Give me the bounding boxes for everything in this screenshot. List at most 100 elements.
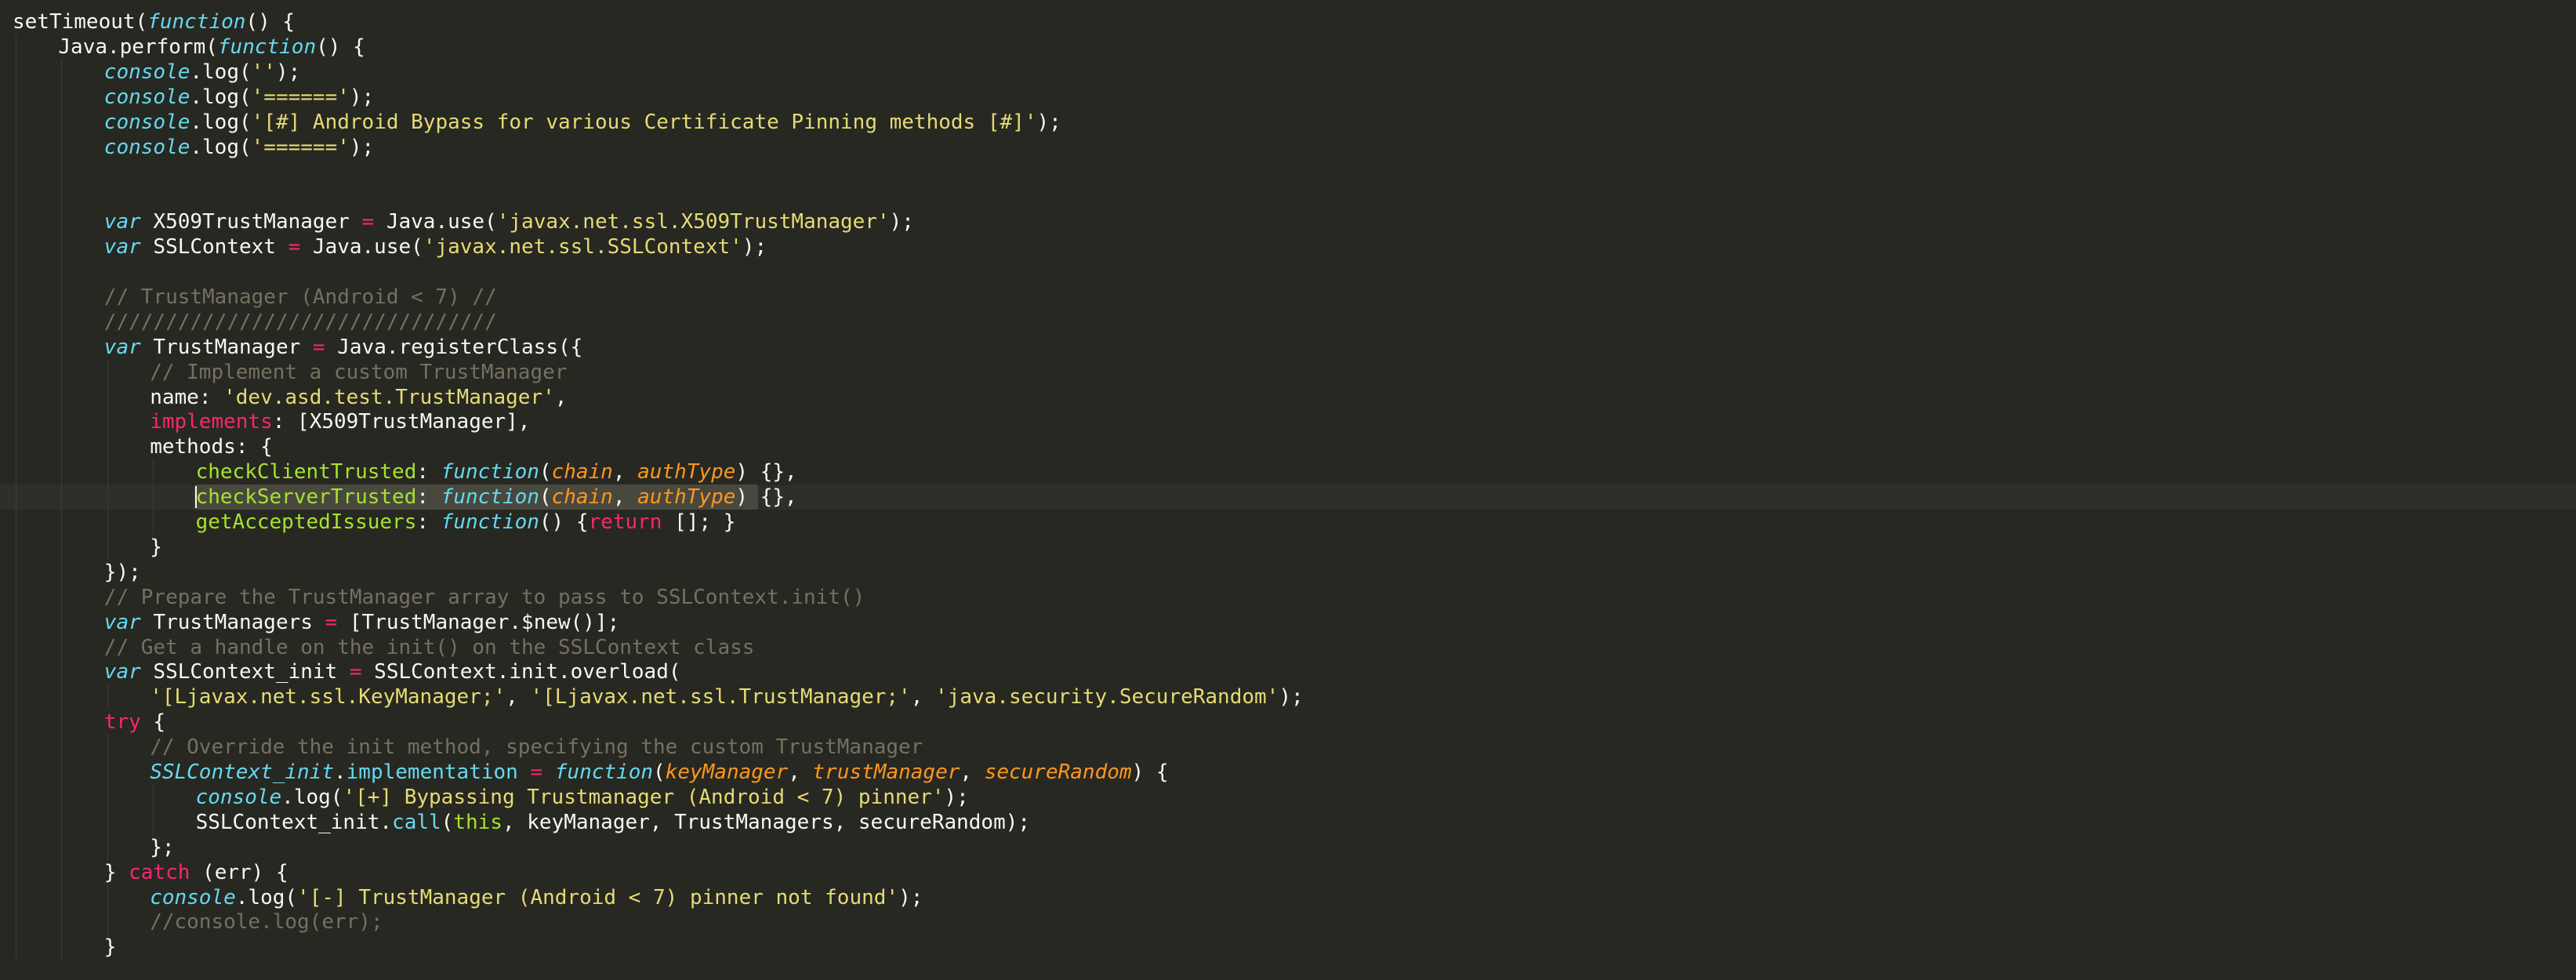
- indent-guide: [107, 834, 108, 860]
- code-line[interactable]: console.log('======');: [0, 134, 2576, 160]
- code-token: secureRandom: [984, 760, 1132, 784]
- code-token: 'dev.asd.test.TrustManager': [223, 385, 555, 409]
- code-text: methods: {: [150, 434, 273, 459]
- code-line[interactable]: // Implement a custom TrustManager: [0, 359, 2576, 385]
- code-text: var SSLContext_init = SSLContext.init.ov…: [104, 659, 681, 684]
- indent-guide: [61, 134, 63, 160]
- code-token: ,: [506, 685, 531, 710]
- code-line[interactable]: console.log('[#] Android Bypass for vari…: [0, 109, 2576, 135]
- code-line[interactable]: //console.log(err);: [0, 909, 2576, 935]
- code-token: (: [539, 460, 552, 485]
- code-line[interactable]: ////////////////////////////////: [0, 309, 2576, 335]
- code-token: checkClientTrusted: [195, 460, 417, 485]
- code-line[interactable]: // TrustManager (Android < 7) //: [0, 284, 2576, 310]
- code-line[interactable]: [0, 184, 2576, 210]
- code-token: Java.registerClass({: [325, 335, 583, 359]
- code-text: console.log('======');: [104, 135, 374, 160]
- code-token: '[Ljavax.net.ssl.TrustManager;': [530, 685, 911, 710]
- indent-guide: [61, 309, 63, 335]
- code-line[interactable]: Java.perform(function() {: [0, 34, 2576, 60]
- code-line[interactable]: }: [0, 534, 2576, 560]
- code-text: name: 'dev.asd.test.TrustManager',: [150, 385, 567, 410]
- indent-guide: [61, 684, 63, 710]
- code-line[interactable]: var TrustManagers = [TrustManager.$new()…: [0, 609, 2576, 635]
- indent-guide: [61, 735, 63, 760]
- indent-guide: [61, 659, 63, 685]
- code-line[interactable]: var SSLContext_init = SSLContext.init.ov…: [0, 659, 2576, 685]
- code-line[interactable]: setTimeout(function() {: [0, 9, 2576, 34]
- indent-guide: [107, 409, 108, 435]
- code-token: =: [361, 210, 375, 234]
- code-line[interactable]: methods: {: [0, 434, 2576, 460]
- code-text: '[Ljavax.net.ssl.KeyManager;', '[Ljavax.…: [150, 684, 1303, 710]
- code-line[interactable]: SSLContext_init.implementation = functio…: [0, 760, 2576, 785]
- code-line[interactable]: console.log('[+] Bypassing Trustmanager …: [0, 784, 2576, 810]
- code-line[interactable]: try {: [0, 710, 2576, 735]
- code-text: // Override the init method, specifying …: [150, 735, 923, 760]
- code-line[interactable]: checkClientTrusted: function(chain, auth…: [0, 459, 2576, 485]
- code-line[interactable]: name: 'dev.asd.test.TrustManager',: [0, 384, 2576, 410]
- indent-guide: [61, 84, 63, 110]
- indent-guide: [107, 434, 108, 460]
- code-token: console: [103, 135, 190, 159]
- code-token: ,: [612, 485, 638, 510]
- code-token: 'java.security.SecureRandom': [935, 685, 1279, 710]
- code-line[interactable]: console.log('======');: [0, 84, 2576, 110]
- code-token: }: [103, 860, 129, 884]
- code-text: // Implement a custom TrustManager: [150, 360, 567, 385]
- indent-guide: [61, 784, 63, 810]
- code-token: console: [103, 110, 190, 134]
- code-text: SSLContext_init.implementation = functio…: [150, 760, 1168, 785]
- code-text: console.log('[-] TrustManager (Android <…: [150, 885, 923, 910]
- code-token: :: [416, 460, 441, 485]
- code-line[interactable]: };: [0, 834, 2576, 860]
- indent-guide: [107, 735, 108, 760]
- code-token: X509TrustManager: [140, 210, 362, 234]
- code-token: =: [288, 235, 301, 260]
- code-token: chain: [551, 460, 613, 485]
- code-token: () {: [316, 34, 365, 59]
- code-line[interactable]: getAcceptedIssuers: function() {return […: [0, 510, 2576, 535]
- indent-guide: [107, 534, 108, 560]
- code-line[interactable]: '[Ljavax.net.ssl.KeyManager;', '[Ljavax.…: [0, 684, 2576, 710]
- code-token: ) {},: [735, 460, 797, 485]
- indent-guide: [61, 634, 63, 660]
- code-line[interactable]: checkServerTrusted: function(chain, auth…: [0, 485, 2576, 510]
- code-token: SSLContext_init: [140, 660, 350, 684]
- code-line[interactable]: [0, 260, 2576, 285]
- code-token: .log(: [281, 785, 343, 809]
- indent-guide: [61, 710, 63, 735]
- indent-guide: [107, 459, 108, 485]
- code-line[interactable]: });: [0, 559, 2576, 585]
- code-line[interactable]: var TrustManager = Java.registerClass({: [0, 334, 2576, 360]
- indent-guide: [61, 359, 63, 385]
- code-line[interactable]: // Override the init method, specifying …: [0, 735, 2576, 760]
- code-text: console.log('[+] Bypassing Trustmanager …: [196, 785, 969, 810]
- code-token: Java.use(: [374, 210, 497, 234]
- code-token: //console.log(err);: [150, 910, 383, 935]
- code-token: var: [103, 660, 141, 684]
- code-token: []; }: [662, 510, 736, 534]
- code-text: // Get a handle on the init() on the SSL…: [104, 635, 755, 660]
- code-line[interactable]: SSLContext_init.call(this, keyManager, T…: [0, 809, 2576, 835]
- code-token: .log(: [190, 85, 252, 109]
- code-line[interactable]: // Get a handle on the init() on the SSL…: [0, 634, 2576, 660]
- code-line[interactable]: var SSLContext = Java.use('javax.net.ssl…: [0, 234, 2576, 260]
- indent-guide: [61, 584, 63, 610]
- code-line[interactable]: var X509TrustManager = Java.use('javax.n…: [0, 209, 2576, 235]
- code-token: // Prepare the TrustManager array to pas…: [103, 585, 865, 609]
- code-token: console: [195, 785, 282, 809]
- indent-guide: [107, 384, 108, 410]
- code-editor[interactable]: setTimeout(function() {Java.perform(func…: [0, 0, 2576, 980]
- code-text: Java.perform(function() {: [58, 34, 365, 60]
- code-line[interactable]: [0, 159, 2576, 185]
- code-line[interactable]: // Prepare the TrustManager array to pas…: [0, 584, 2576, 610]
- code-token: );: [1279, 685, 1304, 710]
- indent-guide: [61, 609, 63, 635]
- code-line[interactable]: } catch (err) {: [0, 859, 2576, 885]
- code-line[interactable]: console.log('[-] TrustManager (Android <…: [0, 884, 2576, 910]
- code-line[interactable]: implements: [X509TrustManager],: [0, 409, 2576, 435]
- code-line[interactable]: console.log('');: [0, 59, 2576, 85]
- code-line[interactable]: }: [0, 935, 2576, 960]
